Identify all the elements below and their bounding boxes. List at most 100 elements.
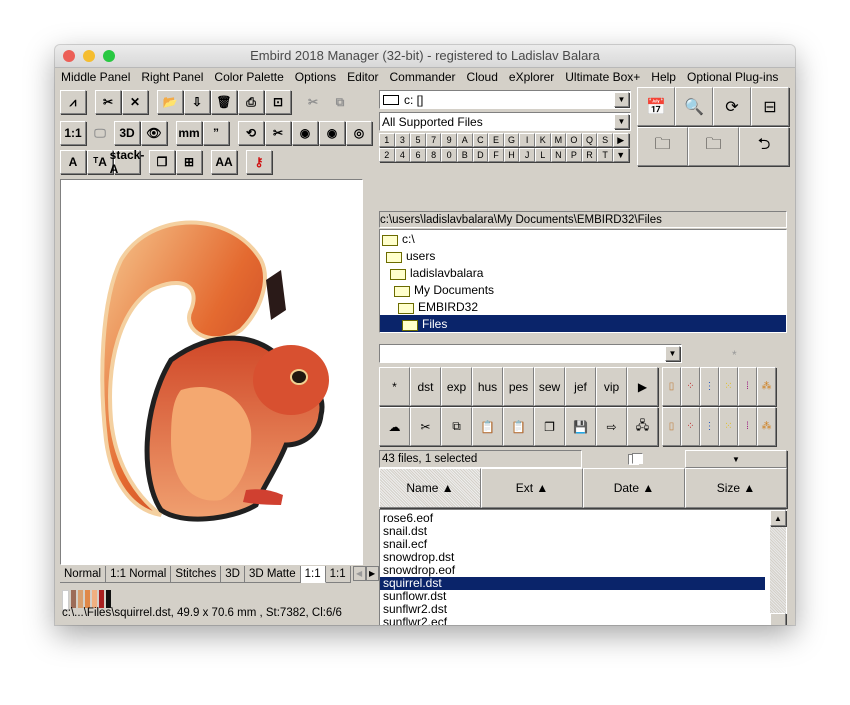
drive-select[interactable]: c: [] ▼ [379, 90, 631, 109]
new-folder-button[interactable]: 🗀 [637, 127, 688, 166]
text-style-0-button[interactable]: 1:1 [60, 121, 86, 145]
menu-item-commander[interactable]: Commander [388, 68, 461, 86]
format-filter-dst-button[interactable]: dst [410, 367, 441, 406]
text-style-0-button[interactable]: A [60, 150, 86, 174]
quick-key[interactable]: T [597, 148, 613, 162]
open-folder-button[interactable]: 📂 [157, 90, 183, 114]
sort-by-date-header[interactable]: Date ▲ [583, 468, 685, 508]
quick-key[interactable]: C [473, 133, 489, 147]
format-filter-sew-button[interactable]: sew [534, 367, 565, 406]
tab-view-stitches[interactable]: Stitches [171, 566, 221, 583]
file-list-item[interactable]: rose6.eof [380, 512, 765, 525]
import-button[interactable]: ⇩ [184, 90, 210, 114]
quick-key[interactable]: 2 [379, 148, 395, 162]
quick-key[interactable]: G [504, 133, 520, 147]
quick-key[interactable]: K [535, 133, 551, 147]
cross-stitch-button[interactable]: ✕ [122, 90, 148, 114]
palette-swatch[interactable] [99, 590, 104, 608]
copy-button[interactable]: ⧉ [327, 90, 353, 114]
tree-item[interactable]: Files [380, 315, 786, 332]
tab-view-3d[interactable]: 3D [221, 566, 245, 583]
frame-button[interactable]: ⊡ [265, 90, 291, 114]
tree-item[interactable]: ladislavbalara [380, 264, 786, 281]
menu-item-optional-plug-ins[interactable]: Optional Plug-ins [685, 68, 783, 86]
move-button[interactable]: ⇨ [596, 407, 627, 446]
format-filter-exp-button[interactable]: exp [441, 367, 472, 406]
vertical-scrollbar[interactable]: ▲ ▼ [770, 510, 786, 625]
stitch-wave-button[interactable]: ⩘ [60, 90, 86, 114]
quick-key[interactable]: 9 [441, 133, 457, 147]
quick-key[interactable]: B [457, 148, 473, 162]
menu-item-explorer[interactable]: eXplorer [507, 68, 559, 86]
eye-right-button[interactable]: ◉ [319, 121, 345, 145]
file-list[interactable]: rose6.eofsnail.dstsnail.ecfsnowdrop.dsts… [379, 509, 787, 625]
file-filter-select[interactable]: All Supported Files ▼ [379, 112, 631, 131]
menu-item-color-palette[interactable]: Color Palette [212, 68, 288, 86]
palette-swatch[interactable] [78, 590, 83, 608]
color-filter-button[interactable]: ⁂ [757, 367, 776, 406]
quick-key[interactable]: O [566, 133, 582, 147]
search-combo[interactable]: ▼ [379, 344, 682, 363]
format-filter-more-button[interactable]: ▶ [627, 367, 658, 406]
save-button[interactable]: 💾 [565, 407, 596, 446]
quick-key[interactable]: 7 [426, 133, 442, 147]
quick-key[interactable]: 3 [395, 133, 411, 147]
chevron-down-icon[interactable]: ▼ [614, 114, 629, 129]
menu-item-help[interactable]: Help [649, 68, 681, 86]
chevron-down-icon[interactable]: ▼ [665, 346, 680, 361]
format-filter-all-button[interactable]: * [379, 367, 410, 406]
color-filter-button[interactable]: ▯ [662, 407, 681, 446]
refresh-button[interactable]: ⟳ [713, 87, 751, 126]
quick-key[interactable]: H [504, 148, 520, 162]
eye-loop-button[interactable]: ◎ [346, 121, 372, 145]
format-filter-hus-button[interactable]: hus [472, 367, 503, 406]
tab-view-1-1[interactable]: 1:1 [326, 566, 351, 583]
print-button[interactable]: ⎙ [238, 90, 264, 114]
close-window-button[interactable] [63, 50, 75, 62]
folder-button[interactable]: 🗀 [688, 127, 739, 166]
color-filter-button[interactable]: ▯ [662, 367, 681, 406]
eye-left-button[interactable]: ◉ [292, 121, 318, 145]
menu-item-right-panel[interactable]: Right Panel [139, 68, 208, 86]
key-button[interactable]: ⚷ [246, 150, 272, 174]
network-button[interactable]: 🖧 [627, 407, 658, 446]
select-cloud-button[interactable]: ☁ [379, 407, 410, 446]
color-filter-button[interactable]: ⁙ [719, 367, 738, 406]
palette-swatch[interactable] [85, 590, 90, 608]
quick-key[interactable]: M [551, 133, 567, 147]
file-list-item[interactable]: snail.dst [380, 525, 765, 538]
maximize-window-button[interactable] [103, 50, 115, 62]
trash-button[interactable]: 🗑 [211, 90, 237, 114]
hierarchy-button[interactable]: ⊞ [176, 150, 202, 174]
view-options-dropdown[interactable]: ▼ [685, 450, 787, 468]
cut-button[interactable]: ✂ [410, 407, 441, 446]
menu-item-editor[interactable]: Editor [345, 68, 383, 86]
scroll-up-button[interactable]: ▲ [770, 510, 786, 526]
quick-key[interactable]: ▶ [613, 133, 629, 147]
copy-button[interactable]: ⧉ [441, 407, 472, 446]
color-filter-button[interactable]: ⋮ [700, 367, 719, 406]
tree-item[interactable]: EMBIRD32 [380, 298, 786, 315]
quick-key[interactable]: E [488, 133, 504, 147]
tab-view-1-1[interactable]: 1:1 [301, 566, 326, 583]
color-filter-button[interactable]: ⁘ [681, 367, 700, 406]
quick-key[interactable]: I [519, 133, 535, 147]
quick-key[interactable]: 4 [395, 148, 411, 162]
checkbox-2[interactable] [632, 453, 643, 464]
tab-view-normal[interactable]: Normal [60, 566, 106, 583]
format-filter-jef-button[interactable]: jef [565, 367, 596, 406]
color-filter-button[interactable]: ⁞ [738, 407, 757, 446]
tab-view-1-1-normal[interactable]: 1:1 Normal [106, 566, 171, 583]
quick-key[interactable]: 0 [441, 148, 457, 162]
eye-view-button[interactable]: 👁 [141, 121, 167, 145]
tab-view-3d-matte[interactable]: 3D Matte [245, 566, 301, 583]
quick-key[interactable]: ▼ [613, 148, 629, 162]
quick-key[interactable]: P [566, 148, 582, 162]
duplicate-button[interactable]: ❐ [534, 407, 565, 446]
color-filter-button[interactable]: ⁞ [738, 367, 757, 406]
menu-item-cloud[interactable]: Cloud [465, 68, 503, 86]
tab-scroll-left-button[interactable]: ◀ [353, 566, 366, 581]
menu-item-options[interactable]: Options [293, 68, 341, 86]
sort-by-size-header[interactable]: Size ▲ [685, 468, 787, 508]
quick-key[interactable]: R [582, 148, 598, 162]
